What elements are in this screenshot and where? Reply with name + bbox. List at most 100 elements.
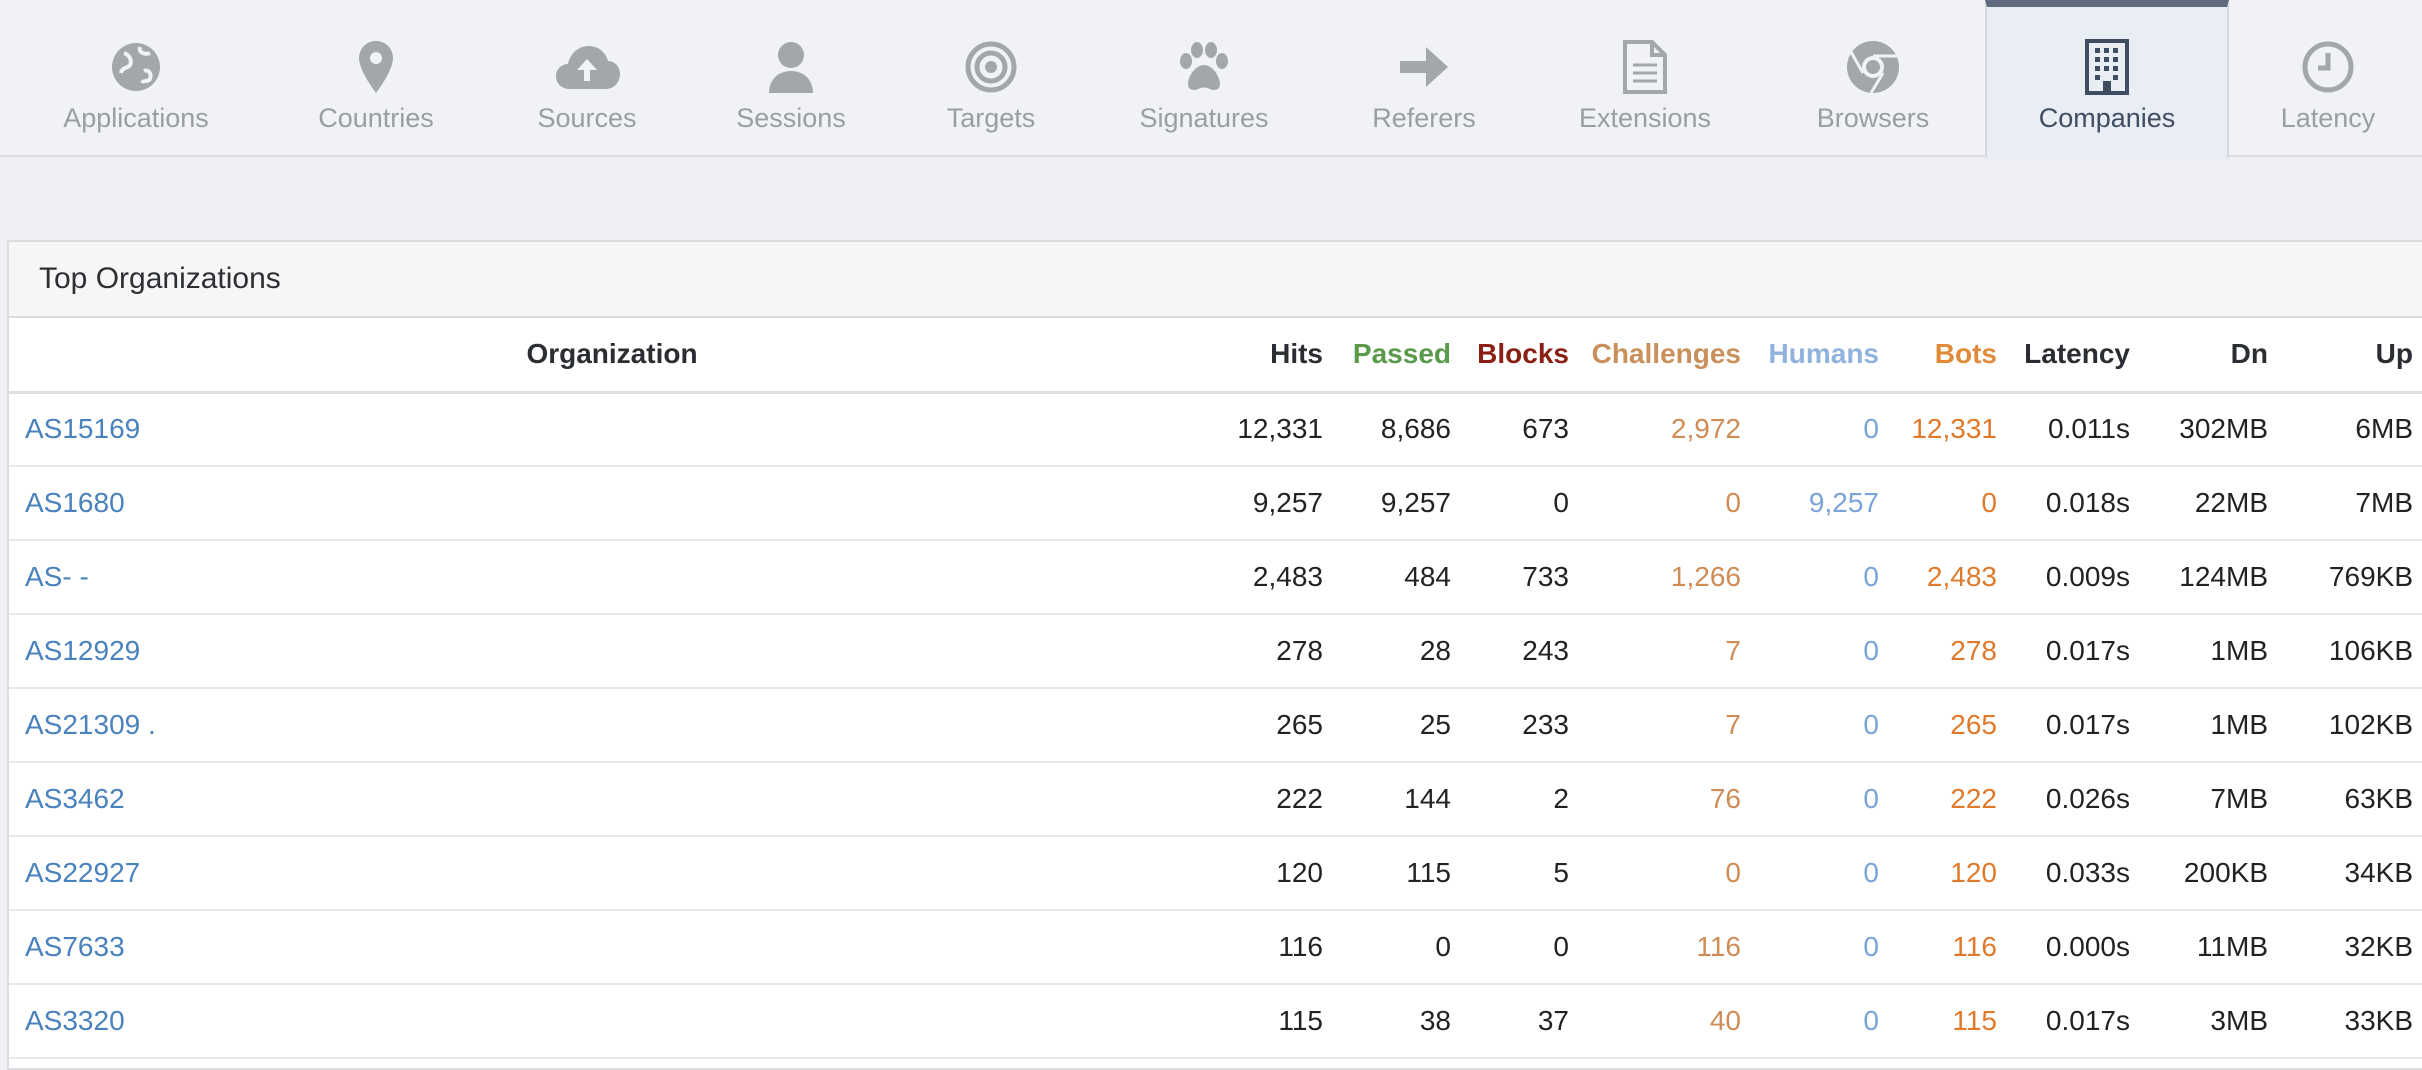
tab-label: Companies [2038, 103, 2176, 133]
column-header-humans[interactable]: Humans [1751, 318, 1889, 392]
cell-blocks: 243 [1522, 635, 1569, 666]
organization-link[interactable]: AS- - [25, 561, 89, 592]
panel-header: Top Organizations [9, 242, 2422, 318]
cell-blocks: 2 [1553, 783, 1569, 814]
tab-targets[interactable]: Targets [925, 0, 1057, 157]
cell-humans: 0 [1863, 857, 1879, 888]
cell-dn: 1MB [2210, 709, 2268, 740]
column-header-latency[interactable]: Latency [2007, 318, 2140, 392]
tab-referers[interactable]: Referers [1364, 0, 1484, 157]
cell-hits: 265 [1276, 709, 1323, 740]
cell-organization: AS7633 [9, 910, 1215, 984]
table-row: AS3320 115 38 37 40 0 115 0.017s 3MB 33KB [9, 984, 2422, 1058]
cloud-upload-icon [552, 38, 622, 96]
tab-sources[interactable]: Sources [506, 0, 668, 157]
tab-sessions[interactable]: Sessions [716, 0, 866, 157]
document-icon [1610, 38, 1680, 96]
organization-link[interactable]: AS3320 [25, 1005, 125, 1036]
organization-link[interactable]: AS12929 [25, 635, 140, 666]
cell-blocks: 0 [1553, 931, 1569, 962]
tab-label: Referers [1372, 103, 1476, 133]
table-row: AS- - 2,483 484 733 1,266 0 2,483 0.009s 124MB 76… [9, 540, 2422, 614]
cell-challenges: 7 [1725, 709, 1741, 740]
cell-passed: 8,686 [1380, 413, 1451, 445]
cell-dn: 124MB [2179, 561, 2268, 592]
cell-challenges: 76 [1709, 783, 1741, 814]
cell-hits: 2,483 [1252, 561, 1323, 592]
cell-latency: 0.017s [2045, 1005, 2130, 1036]
column-header-challenges[interactable]: Challenges [1579, 318, 1751, 392]
cell-hits: 115 [1278, 1005, 1323, 1036]
column-header-bots[interactable]: Bots [1889, 318, 2007, 392]
tab-label: Extensions [1578, 103, 1712, 133]
organization-link[interactable]: AS1680 [25, 487, 125, 518]
cell-challenges: 7 [1725, 635, 1741, 666]
cell-bots: 2,483 [1926, 561, 1997, 592]
tab-label: Signatures [1139, 103, 1269, 133]
cell-blocks: 5 [1553, 857, 1569, 888]
cell-passed: 25 [1419, 709, 1451, 740]
tab-label: Browsers [1816, 103, 1930, 133]
organization-link[interactable]: AS21309 . [25, 709, 156, 740]
cell-blocks: 733 [1522, 561, 1569, 592]
cell-challenges: 0 [1725, 487, 1741, 518]
tab-countries[interactable]: Countries [296, 0, 456, 157]
tab-label: Sources [537, 103, 637, 133]
tab-latency[interactable]: Latency [2268, 0, 2388, 157]
cell-passed: 38 [1419, 1005, 1451, 1036]
cell-passed: 144 [1404, 783, 1451, 814]
table-row: AS3462 222 144 2 76 0 222 0.026s 7MB 63KB [9, 762, 2422, 836]
cell-bots: 265 [1950, 709, 1997, 740]
cell-passed: 28 [1419, 635, 1451, 666]
tab-signatures[interactable]: Signatures [1126, 0, 1282, 157]
map-pin-icon [341, 38, 411, 96]
organization-link[interactable]: AS22927 [25, 857, 140, 888]
cell-humans: 0 [1863, 413, 1879, 445]
cell-blocks: 673 [1522, 413, 1569, 445]
cell-humans: 0 [1863, 783, 1879, 814]
cell-up: 34KB [2344, 857, 2414, 888]
cell-organization: AS15169 [9, 392, 1215, 466]
organization-link[interactable]: AS15169 [25, 413, 140, 444]
cell-bots: 116 [1952, 931, 1997, 962]
cell-hits: 116 [1278, 931, 1323, 962]
cell-organization: AS3462 [9, 762, 1215, 836]
cell-organization: AS22927 [9, 836, 1215, 910]
table-row: AS12929 278 28 243 7 0 278 0.017s 1MB 106KB [9, 614, 2422, 688]
tab-companies[interactable]: Companies [1985, 0, 2229, 159]
column-header-dn[interactable]: Dn [2140, 318, 2278, 392]
cell-latency: 0.017s [2045, 635, 2130, 666]
top-organizations-panel: Top Organizations Organization Hits Pass… [7, 240, 2422, 1070]
organization-link[interactable]: AS7633 [25, 931, 125, 962]
cell-blocks: 233 [1522, 709, 1569, 740]
cell-humans: 0 [1863, 1005, 1879, 1036]
table-row: AS21309 . 265 25 233 7 0 265 0.017s 1MB 102KB [9, 688, 2422, 762]
organization-link[interactable]: AS3462 [25, 783, 125, 814]
column-header-passed[interactable]: Passed [1333, 318, 1461, 392]
column-header-blocks[interactable]: Blocks [1461, 318, 1579, 392]
cell-up: 106KB [2328, 635, 2413, 666]
chrome-icon [1838, 38, 1908, 96]
cell-dn: 7MB [2210, 783, 2268, 814]
column-header-hits[interactable]: Hits [1215, 318, 1333, 392]
cell-latency: 0.011s [2048, 413, 2130, 445]
cell-humans: 0 [1863, 709, 1879, 740]
cell-latency: 0.018s [2045, 487, 2130, 518]
tab-browsers[interactable]: Browsers [1808, 0, 1938, 157]
column-header-up[interactable]: Up [2278, 318, 2422, 392]
column-header-organization[interactable]: Organization [9, 318, 1215, 392]
cell-blocks: 0 [1553, 487, 1569, 518]
cell-humans: 9,257 [1808, 487, 1879, 518]
tab-applications[interactable]: Applications [30, 0, 242, 157]
cell-challenges: 40 [1709, 1005, 1741, 1036]
cell-up: 32KB [2344, 931, 2414, 962]
report-tab-bar: Applications Countries Sources Sessions … [0, 0, 2422, 159]
cell-up: 769KB [2328, 561, 2413, 592]
tab-extensions[interactable]: Extensions [1570, 0, 1720, 157]
paw-icon [1169, 38, 1239, 96]
cell-challenges: 116 [1696, 931, 1741, 962]
cell-passed: 0 [1435, 931, 1451, 962]
tab-label: Latency [2280, 103, 2376, 133]
cell-passed: 484 [1404, 561, 1451, 592]
cell-hits: 12,331 [1237, 413, 1323, 445]
